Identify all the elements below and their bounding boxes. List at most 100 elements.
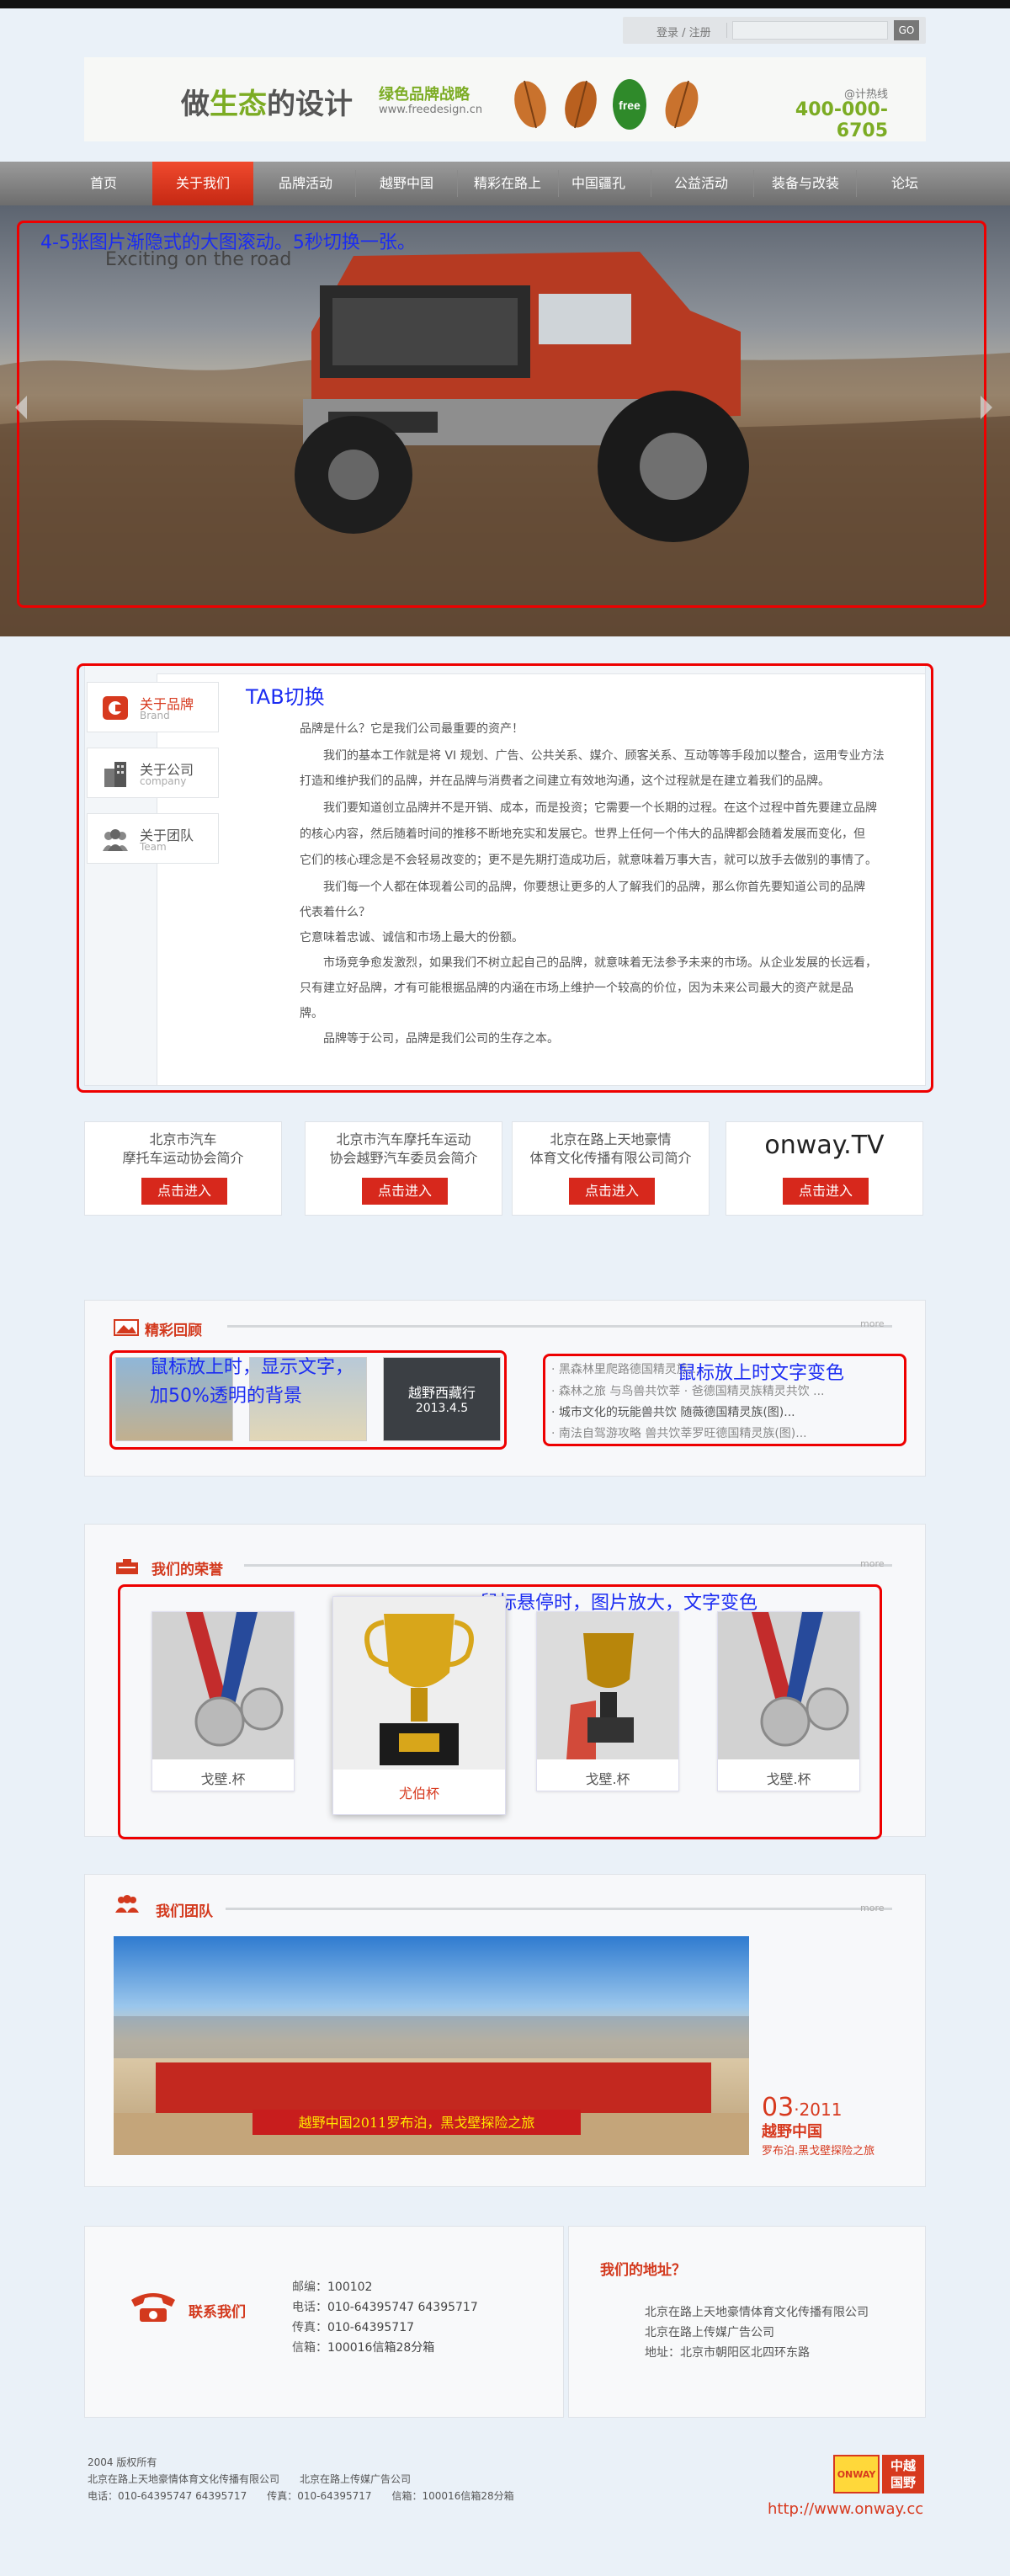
nav-item-forum[interactable]: 论坛 — [854, 162, 955, 205]
intro-card: 北京市汽车摩托车运动 协会越野汽车委员会简介 点击进入 — [305, 1121, 502, 1216]
about-paragraph: 品牌等于公司，品牌是我们公司的生存之本。 — [300, 1032, 559, 1046]
highlight-annotation: 鼠标放上时，显示文字， — [150, 1357, 354, 1378]
honor-item[interactable]: 尤伯杯 — [332, 1596, 506, 1815]
team-photo[interactable]: 越野中国2011罗布泊，黑戈壁探险之旅 — [114, 1936, 749, 2155]
offroad-china-logo: 中越 国野 — [882, 2455, 924, 2494]
nav-item-china[interactable]: 中国疆孔 — [548, 162, 649, 205]
hotline-number: 400-000-6705 — [795, 99, 888, 141]
phone-icon — [131, 2293, 175, 2322]
nav-item-about[interactable]: 关于我们 — [152, 162, 253, 205]
team-icon — [103, 829, 128, 851]
site-url: www.freedesign.cn — [379, 104, 483, 116]
tab-brand[interactable]: 关于品牌 Brand — [87, 682, 219, 732]
honor-item[interactable]: 戈壁.杯 — [536, 1611, 679, 1791]
honor-item[interactable]: 戈壁.杯 — [152, 1611, 295, 1791]
building-icon — [104, 762, 126, 787]
onway-tv-logo: onway.TV — [764, 1131, 885, 1160]
enter-button[interactable]: 点击进入 — [783, 1178, 869, 1205]
section-title: 我们的荣誉 — [152, 1562, 223, 1578]
nav-item-equipment[interactable]: 装备与改装 — [755, 162, 856, 205]
about-paragraph: 代表着什么？ — [300, 906, 370, 919]
nav-item-brand-activities[interactable]: 品牌活动 — [255, 162, 356, 205]
hero-next-arrow[interactable] — [981, 396, 992, 419]
team-date: 03·2011 — [762, 2093, 843, 2122]
photo-icon — [114, 1319, 139, 1336]
enter-button[interactable]: 点击进入 — [362, 1178, 448, 1205]
team-icon — [115, 1895, 139, 1913]
intro-card: onway.TV 点击进入 — [726, 1121, 923, 1216]
login-register-link[interactable]: 登录 / 注册 — [656, 24, 711, 40]
footer-companies: 北京在路上天地豪情体育文化传播有限公司 北京在路上传媒广告公司 — [88, 2473, 412, 2485]
footer-url[interactable]: http://www.onway.cc — [768, 2500, 923, 2518]
footer-contact: 电话：010-64395747 64395717 传真：010-64395717… — [88, 2490, 514, 2502]
contact-fax: 传真：010-64395717 — [292, 2321, 415, 2334]
about-paragraph: 我们的基本工作就是将 VI 规划、广告、公共关系、媒介、顾客关系、互动等等手段加… — [300, 749, 885, 763]
nav-item-charity[interactable]: 公益活动 — [651, 162, 752, 205]
about-paragraph: 市场竞争愈发激烈，如果我们不树立起自己的品牌，就意味着无法参予未来的市场。从企业… — [300, 956, 877, 970]
trophy-icon — [333, 1597, 505, 1770]
brand-strategy: 绿色品牌战略 — [379, 86, 470, 104]
contact-title: 联系我们 — [189, 2304, 246, 2321]
medal-icon — [718, 1612, 859, 1759]
hero-prev-arrow[interactable] — [15, 396, 27, 419]
tab-annotation: TAB切换 — [246, 685, 325, 709]
contact-phone: 电话：010-64395747 64395717 — [292, 2301, 478, 2314]
divider — [726, 23, 727, 38]
about-paragraph: 我们每一个人都在体现着公司的品牌，你要想让更多的人了解我们的品牌，那么你首先要知… — [300, 881, 865, 894]
divider — [227, 1325, 892, 1328]
more-link[interactable]: more — [860, 1318, 885, 1329]
enter-button[interactable]: 点击进入 — [141, 1178, 227, 1205]
svg-text:越野中国2011罗布泊，黑戈壁探险之旅: 越野中国2011罗布泊，黑戈壁探险之旅 — [299, 2115, 535, 2131]
more-link[interactable]: more — [860, 1558, 885, 1569]
address-line: 北京在路上天地豪情体育文化传播有限公司 — [645, 2306, 869, 2319]
hero-subtitle: Exciting on the road — [105, 249, 292, 270]
svg-text:free: free — [619, 98, 641, 112]
trophy-icon — [537, 1612, 678, 1759]
section-title: 我们团队 — [156, 1903, 213, 1920]
go-button[interactable]: GO — [894, 20, 919, 40]
news-annotation: 鼠标放上时文字变色 — [678, 1363, 845, 1384]
nav-item-on-the-road[interactable]: 精彩在路上 — [457, 162, 558, 205]
about-paragraph: 它们的核心理念是不会轻易改变的；更不是先期打造成功后，就意味着万事大吉，就可以放… — [300, 854, 877, 867]
address-line: 北京在路上传媒广告公司 — [645, 2326, 774, 2339]
honors-icon — [116, 1559, 138, 1574]
intro-card: 北京在路上天地豪情 体育文化传播有限公司简介 点击进入 — [512, 1121, 710, 1216]
address-line: 地址：北京市朝阳区北四环东路 — [645, 2346, 810, 2360]
login-bar: 登录 / 注册 GO — [623, 17, 926, 44]
address-title: 我们的地址？ — [600, 2262, 686, 2279]
copyright: 2004 版权所有 — [88, 2456, 157, 2468]
address-panel — [568, 2226, 926, 2418]
enter-button[interactable]: 点击进入 — [569, 1178, 655, 1205]
main-nav: 首页 关于我们 品牌活动 越野中国 精彩在路上 中国疆孔 公益活动 装备与改装 … — [0, 162, 1010, 205]
more-link[interactable]: more — [860, 1903, 885, 1913]
tab-team[interactable]: 关于团队 Team — [87, 813, 219, 864]
team-photo-image: 越野中国2011罗布泊，黑戈壁探险之旅 — [114, 2016, 749, 2155]
medal-icon — [152, 1612, 294, 1759]
honor-item[interactable]: 戈壁.杯 — [717, 1611, 860, 1791]
contact-postcode: 邮编：100102 — [292, 2281, 373, 2294]
tab-company[interactable]: 关于公司 company — [87, 748, 219, 798]
about-paragraph: 牌。 — [300, 1007, 323, 1020]
leaves-icon: free — [514, 79, 699, 130]
brand-icon — [103, 696, 128, 720]
intro-card: 北京市汽车 摩托车运动协会简介 点击进入 — [84, 1121, 282, 1216]
contact-mailbox: 信箱：100016信箱28分箱 — [292, 2341, 435, 2355]
onway-logo: ONWAY — [833, 2455, 880, 2494]
about-paragraph: 的核心内容，然后随着时间的推移不断地充实和发展它。世界上任何一个伟大的品牌都会随… — [300, 828, 865, 841]
section-title: 精彩回顾 — [145, 1323, 202, 1339]
search-input[interactable] — [732, 21, 888, 40]
about-paragraph: 只有建立好品牌，才有可能根据品牌的内涵在市场上维护一个较高的价位，因为未来公司最… — [300, 982, 853, 995]
highlight-annotation: 加50%透明的背景 — [150, 1386, 302, 1407]
nav-item-offroad-china[interactable]: 越野中国 — [356, 162, 457, 205]
top-strip — [0, 0, 1010, 8]
about-paragraph: 品牌是什么？它是我们公司最重要的资产！ — [300, 722, 524, 736]
annotation-box — [17, 221, 986, 608]
about-paragraph: 它意味着忠诚、诚信和市场上最大的份额。 — [300, 931, 524, 945]
about-paragraph: 打造和维护我们的品牌，并在品牌与消费者之间建立有效地沟通，这个过程就是在建立着我… — [300, 774, 830, 788]
about-paragraph: 我们要知道创立品牌并不是开销、成本，而是投资；它需要一个长期的过程。在这个过程中… — [300, 801, 877, 815]
team-caption-title: 越野中国 — [762, 2123, 822, 2141]
site-logo[interactable]: 做生态的设计 — [181, 81, 353, 122]
site-header: 做生态的设计 绿色品牌战略 www.freedesign.cn free @计热… — [84, 57, 926, 141]
team-caption-subtitle: 罗布泊.黑戈壁探险之旅 — [762, 2145, 875, 2158]
nav-item-home[interactable]: 首页 — [53, 162, 154, 205]
